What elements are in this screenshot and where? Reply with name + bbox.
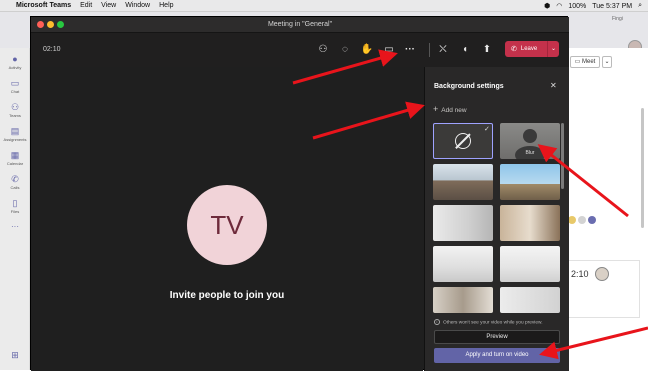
file-icon: ▯ <box>12 198 18 208</box>
meeting-timer: 02:10 <box>43 46 61 53</box>
leave-button[interactable]: ✆ Leave ⌄ <box>505 41 559 57</box>
panel-title: Background settings <box>434 83 504 90</box>
chat-icon: ▭ <box>10 78 20 88</box>
blur-label: Blur <box>525 150 535 156</box>
background-option-beach-house[interactable] <box>500 164 560 200</box>
meet-button[interactable]: ▭ Meet <box>570 56 600 68</box>
rail-label: Files <box>10 209 20 214</box>
clock[interactable]: Tue 5:37 PM <box>592 3 632 10</box>
app-rail: ● Activity ▭ Chat ⚇ Teams ▤ Assignments … <box>0 48 30 370</box>
meet-label: Meet <box>582 59 596 65</box>
chat-icon[interactable]: ◌ <box>337 42 353 58</box>
channel-content: ▭ Meet ⌄ 2:10 <box>562 48 648 370</box>
video-icon: ▭ <box>574 59 581 65</box>
scrollbar[interactable] <box>641 108 644 228</box>
more-actions-icon[interactable]: ··· <box>402 42 418 58</box>
hang-up-icon: ✆ <box>511 46 517 53</box>
preview-note-text: Others won't see your video while you pr… <box>443 320 543 326</box>
menu-edit[interactable]: Edit <box>80 2 92 9</box>
search-icon[interactable]: ⌕ <box>638 2 642 10</box>
rail-label: Activity <box>8 65 22 70</box>
plus-icon: + <box>433 104 439 114</box>
mac-menubar: Microsoft Teams Edit View Window Help ⬢ … <box>0 0 648 12</box>
bell-icon: ● <box>12 54 18 64</box>
background-option-minimal[interactable] <box>500 287 560 313</box>
info-icon: i <box>434 319 440 325</box>
reaction-chip[interactable] <box>578 216 586 224</box>
meeting-title: Meeting in "General" <box>267 21 333 28</box>
meet-dropdown-button[interactable]: ⌄ <box>602 56 612 68</box>
participants-icon[interactable]: ⚇ <box>315 42 331 58</box>
rail-label: Chat <box>10 89 20 94</box>
meeting-stage: TV Invite people to join you <box>31 67 423 371</box>
card-time: 2:10 <box>571 269 589 279</box>
apply-and-turn-on-video-button[interactable]: Apply and turn on video <box>434 348 560 363</box>
background-option-none[interactable]: ✓ <box>433 123 493 159</box>
apps-icon: ⊞ <box>11 350 19 360</box>
rail-label: Assignments <box>3 137 27 142</box>
wifi-icon[interactable]: ◠ <box>556 2 562 10</box>
toolbar-divider <box>429 43 430 57</box>
chevron-down-icon[interactable]: ⌄ <box>547 41 559 57</box>
rail-label: Teams <box>9 113 21 118</box>
more-icon: ··· <box>11 222 19 231</box>
menubar-status-area: ⬢ ◠ 100% Tue 5:37 PM ⌕ <box>544 0 642 12</box>
participant-avatar: TV <box>187 185 267 265</box>
checkmark-icon: ✓ <box>484 126 490 133</box>
raise-hand-icon[interactable]: ✋ <box>359 42 375 58</box>
preview-button[interactable]: Preview <box>434 330 560 344</box>
menu-help[interactable]: Help <box>159 2 173 9</box>
meeting-toolbar: 02:10 ⚇ ◌ ✋ ▭ ··· ⛌ ◖ ⬆ ✆ Leave ⌄ <box>31 33 569 67</box>
background-settings-panel: Background settings ✕ +Add new ✓ Blur i <box>424 67 569 371</box>
meeting-window: Meeting in "General" 02:10 ⚇ ◌ ✋ ▭ ··· ⛌… <box>30 16 569 371</box>
meeting-titlebar: Meeting in "General" <box>31 17 569 33</box>
phone-icon: ✆ <box>11 174 19 184</box>
rail-item-apps[interactable]: ⊞ <box>0 348 30 372</box>
rail-item-calendar[interactable]: ▦ Calendar <box>0 148 30 172</box>
reaction-chip[interactable] <box>588 216 596 224</box>
rail-item-activity[interactable]: ● Activity <box>0 52 30 76</box>
background-option-white-room[interactable] <box>433 205 493 241</box>
rail-item-chat[interactable]: ▭ Chat <box>0 76 30 100</box>
teams-icon: ⚇ <box>10 102 20 112</box>
meeting-card[interactable]: 2:10 <box>566 260 640 318</box>
rail-label: Calendar <box>6 161 24 166</box>
rail-item-files[interactable]: ▯ Files <box>0 196 30 220</box>
invite-message: Invite people to join you <box>169 290 285 301</box>
camera-off-icon[interactable]: ⛌ <box>435 42 451 58</box>
participant-avatar <box>595 267 609 281</box>
rail-item-assignments[interactable]: ▤ Assignments <box>0 124 30 148</box>
battery-percent: 100% <box>568 2 587 10</box>
close-icon[interactable]: ✕ <box>550 81 557 90</box>
preview-note: i Others won't see your video while you p… <box>434 319 543 325</box>
breakout-rooms-icon[interactable]: ▭ <box>381 42 397 58</box>
background-tab-hint: Fingi <box>612 16 623 22</box>
rail-item-calls[interactable]: ✆ Calls <box>0 172 30 196</box>
rail-label: Calls <box>10 185 20 190</box>
background-option-blur[interactable]: Blur <box>500 123 560 159</box>
background-option-gallery[interactable] <box>433 246 493 282</box>
add-new-label: Add new <box>441 107 467 114</box>
background-option-office[interactable] <box>433 164 493 200</box>
rail-item-teams[interactable]: ⚇ Teams <box>0 100 30 124</box>
menu-app-name[interactable]: Microsoft Teams <box>16 2 71 9</box>
rail-item-more[interactable]: ··· <box>0 220 30 244</box>
scrollbar[interactable] <box>561 123 564 189</box>
add-new-button[interactable]: + Add new <box>433 104 467 114</box>
mic-muted-icon[interactable]: ◖ <box>457 42 473 58</box>
calendar-icon: ▦ <box>10 150 20 160</box>
background-option-studio[interactable] <box>500 246 560 282</box>
reaction-chip[interactable] <box>568 216 576 224</box>
leave-label: Leave <box>520 46 538 52</box>
dropbox-icon[interactable]: ⬢ <box>544 2 550 10</box>
background-option-kitchen[interactable] <box>433 287 493 313</box>
background-option-loft[interactable] <box>500 205 560 241</box>
menu-view[interactable]: View <box>101 2 116 9</box>
menu-window[interactable]: Window <box>125 2 150 9</box>
assignments-icon: ▤ <box>10 126 20 136</box>
share-screen-icon[interactable]: ⬆ <box>479 42 495 58</box>
